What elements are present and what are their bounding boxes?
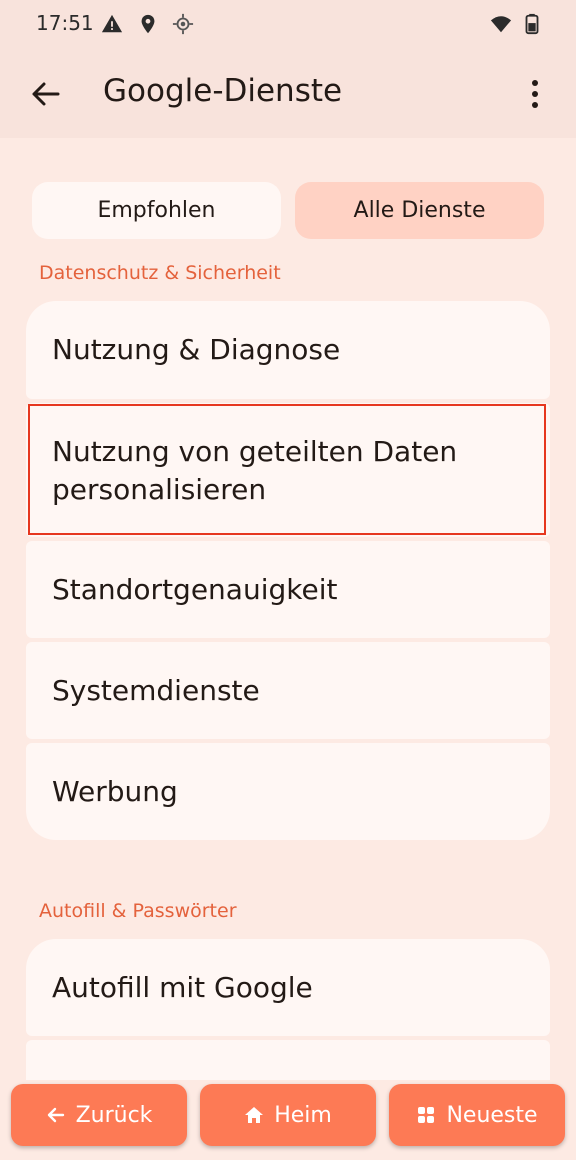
list-item-label: Nutzung & Diagnose: [52, 333, 341, 366]
arrow-left-icon: [32, 82, 60, 106]
list-item-label: Autofill mit Google: [52, 971, 313, 1004]
list-item-label: Werbung: [52, 775, 178, 808]
warning-icon: [101, 14, 123, 33]
section-header-autofill: Autofill & Passwörter: [39, 900, 237, 922]
list-item-system-services[interactable]: Systemdienste: [26, 642, 550, 739]
arrow-left-icon: [47, 1107, 64, 1123]
nav-home-button[interactable]: Heim: [200, 1084, 376, 1146]
page-title: Google-Dienste: [103, 73, 343, 109]
list-item-label: Systemdienste: [52, 674, 260, 707]
list-item-usage-diagnostics[interactable]: Nutzung & Diagnose: [26, 301, 550, 399]
section-header-privacy: Datenschutz & Sicherheit: [39, 262, 281, 284]
nav-home-label: Heim: [274, 1102, 332, 1128]
selection-highlight: [28, 404, 546, 535]
nav-recent-button[interactable]: Neueste: [389, 1084, 565, 1146]
wifi-icon: [490, 16, 512, 33]
home-icon: [245, 1107, 264, 1123]
recent-apps-icon: [418, 1107, 435, 1123]
list-item-ads[interactable]: Werbung: [26, 743, 550, 840]
location-pin-icon: [141, 14, 155, 34]
more-vert-icon: [532, 80, 538, 108]
list-item-autofill-google[interactable]: Autofill mit Google: [26, 939, 550, 1036]
list-item-location-accuracy[interactable]: Standortgenauigkeit: [26, 541, 550, 638]
bottom-navigation: Zurück Heim Neueste: [0, 1068, 576, 1160]
tab-alle-dienste[interactable]: Alle Dienste: [295, 182, 544, 239]
battery-icon: [525, 13, 539, 35]
more-options-button[interactable]: [520, 74, 550, 114]
list-item-label: Standortgenauigkeit: [52, 573, 338, 606]
status-bar: 17:51: [0, 0, 576, 50]
nav-back-button[interactable]: Zurück: [11, 1084, 187, 1146]
status-time: 17:51: [36, 11, 94, 35]
app-bar: Google-Dienste: [0, 50, 576, 138]
nav-recent-label: Neueste: [446, 1102, 538, 1128]
tab-empfohlen[interactable]: Empfohlen: [32, 182, 281, 239]
gps-icon: [172, 13, 194, 35]
back-button[interactable]: [26, 72, 66, 116]
nav-back-label: Zurück: [75, 1102, 153, 1128]
